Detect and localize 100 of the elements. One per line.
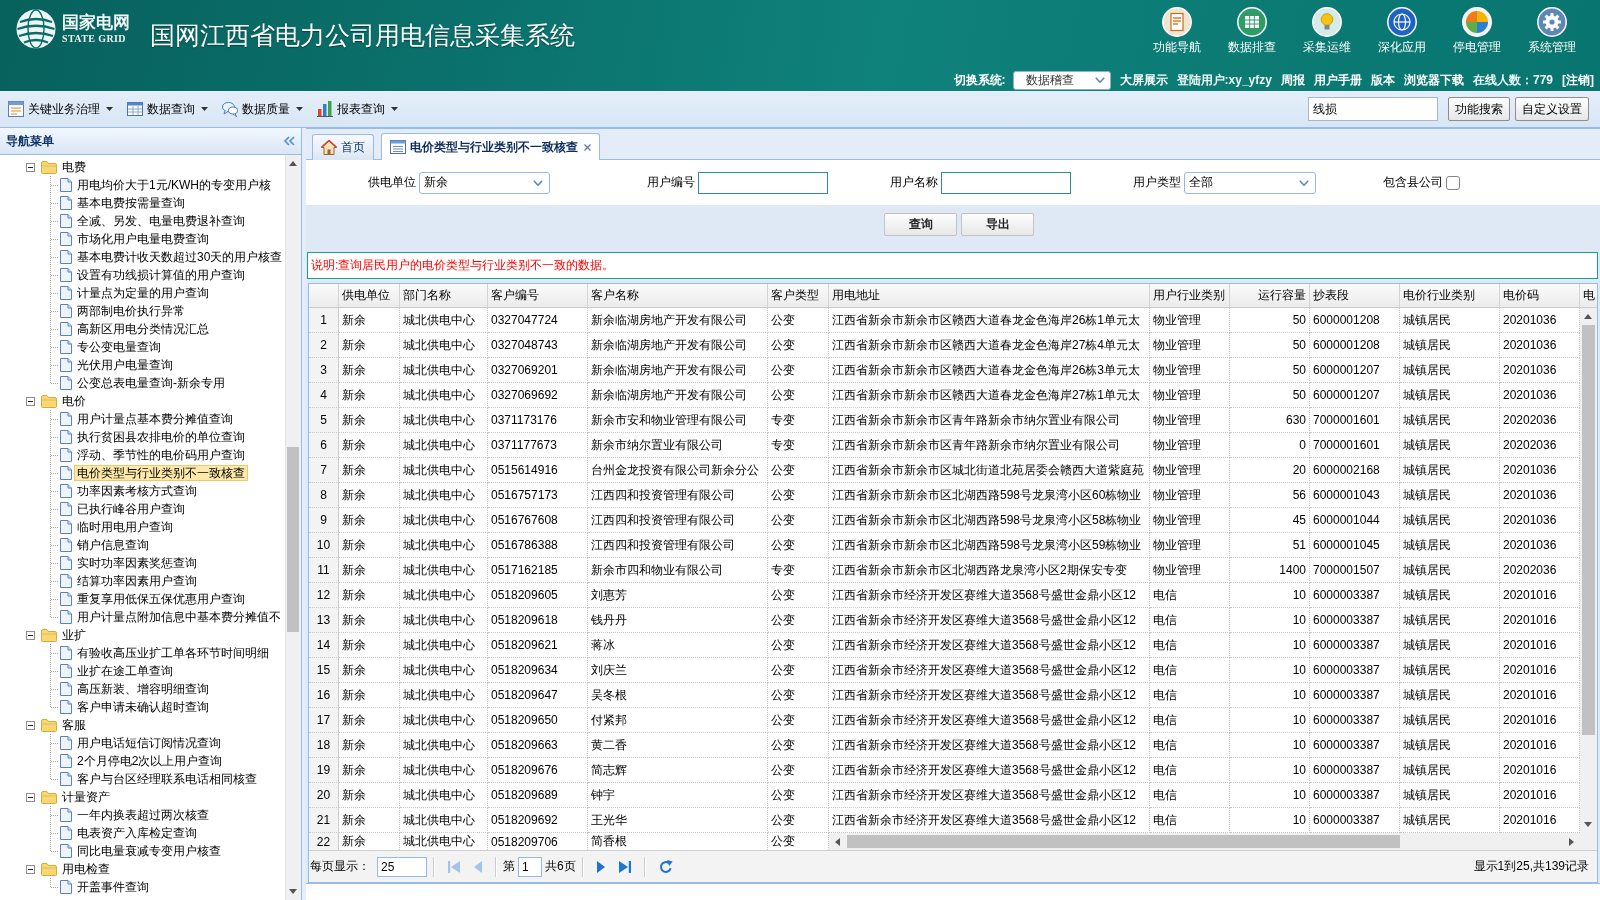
search-field[interactable]: 线损 <box>1308 97 1438 121</box>
refresh-icon[interactable] <box>658 859 673 874</box>
tree-item[interactable]: 专公变电量查询 <box>74 339 164 355</box>
table-cell: 城北供电中心 <box>400 508 488 533</box>
skip-end-icon[interactable] <box>618 860 631 873</box>
tree-folder-label[interactable]: 计量资产 <box>59 789 113 805</box>
scrollbar[interactable] <box>829 833 1597 850</box>
header-link[interactable]: 周报 <box>1280 71 1305 89</box>
tree-item[interactable]: 销户信息查询 <box>74 537 152 553</box>
select-field[interactable]: 全部 <box>1184 171 1316 194</box>
triangle-down-icon[interactable] <box>289 889 297 894</box>
nav-button[interactable]: 停电管理 <box>1439 0 1514 54</box>
tree-item[interactable]: 一年内换表超过两次核查 <box>74 807 212 823</box>
header-link[interactable]: 用户手册 <box>1313 71 1362 89</box>
table-cell: 城北供电中心 <box>400 758 488 783</box>
tree-item[interactable]: 市场化用户电量电费查询 <box>74 231 212 247</box>
scrollbar-thumb[interactable] <box>847 835 1400 848</box>
tree-item[interactable]: 浮动、季节性的电价码用户查询 <box>74 447 248 463</box>
nav-button[interactable]: 功能导航 <box>1139 0 1214 54</box>
tree-folder-label[interactable]: 业扩 <box>59 627 89 643</box>
menu-button[interactable]: 数据质量 <box>219 98 306 120</box>
minus-box-icon[interactable] <box>26 630 35 640</box>
close-icon[interactable] <box>584 143 591 151</box>
triangle-up-icon[interactable] <box>1584 314 1592 319</box>
tree-item[interactable]: 客户与台区经理联系电话相同核查 <box>74 771 260 787</box>
tree-item[interactable]: 已执行峰谷用户查询 <box>74 501 188 517</box>
tree-folder-label[interactable]: 电费 <box>59 159 89 175</box>
tree-item[interactable]: 用户电话短信订阅情况查询 <box>74 735 224 751</box>
nav-button[interactable]: 采集运维 <box>1289 0 1364 54</box>
file-icon <box>60 772 72 786</box>
tree-item[interactable]: 电表资产入库检定查询 <box>74 825 200 841</box>
input-field[interactable] <box>698 171 828 194</box>
menu-button[interactable]: 数据查询 <box>124 98 211 120</box>
triangle-right-icon[interactable] <box>596 860 605 873</box>
tree-item[interactable]: 开盖事件查询 <box>74 879 152 895</box>
scrollbar-thumb[interactable] <box>1582 325 1595 735</box>
triangle-left-icon[interactable] <box>835 837 840 846</box>
system-select[interactable]: 数据稽查 <box>1012 70 1111 90</box>
tree-item[interactable]: 结算功率因素用户查询 <box>74 573 200 589</box>
table-cell: 王光华 <box>588 808 768 833</box>
minus-box-icon[interactable] <box>26 396 35 406</box>
minus-box-icon[interactable] <box>26 162 35 172</box>
table-cell: 0518209647 <box>488 683 588 708</box>
tree-item[interactable]: 两部制电价执行异常 <box>74 303 188 319</box>
tree-folder-label[interactable]: 用电检查 <box>59 861 113 877</box>
tree-item[interactable]: 客户申请未确认超时查询 <box>74 699 212 715</box>
nav-button[interactable]: 深化应用 <box>1364 0 1439 54</box>
tree-item[interactable]: 有验收高压业扩工单各环节时间明细 <box>74 645 272 661</box>
page-number-field[interactable]: 1 <box>518 856 542 877</box>
tree-item[interactable]: 2个月停电2次以上用户查询 <box>74 753 226 769</box>
scrollbar[interactable] <box>1580 308 1597 833</box>
scrollbar[interactable] <box>285 155 301 900</box>
double-chevron-left-icon[interactable] <box>283 136 295 146</box>
toolbar-button[interactable]: 自定义设置 <box>1515 97 1589 121</box>
checkbox[interactable] <box>1446 175 1460 190</box>
triangle-down-icon[interactable] <box>1584 822 1592 827</box>
tab[interactable]: 首页 <box>312 134 374 160</box>
tree-item[interactable]: 公变总表电量查询-新余专用 <box>74 375 228 391</box>
page-size-field[interactable]: 25 <box>377 856 427 877</box>
menu-button[interactable]: 关键业务治理 <box>5 98 116 120</box>
action-button[interactable]: 查询 <box>884 213 957 236</box>
select-field[interactable]: 新余 <box>419 171 550 194</box>
tree-folder-label[interactable]: 电价 <box>59 393 89 409</box>
nav-button[interactable]: 系统管理 <box>1514 0 1589 54</box>
triangle-up-icon[interactable] <box>289 161 297 166</box>
tree-item[interactable]: 临时用电用户查询 <box>74 519 176 535</box>
tree-item[interactable]: 实时功率因素奖惩查询 <box>74 555 200 571</box>
tree-item[interactable]: 电价类型与行业类别不一致核查 <box>74 465 248 481</box>
tree-item[interactable]: 全减、另发、电量电费退补查询 <box>74 213 248 229</box>
header-link[interactable]: 浏览器下载 <box>1403 71 1464 89</box>
tree-item[interactable]: 重复享用低保五保优惠用户查询 <box>74 591 248 607</box>
tree-item[interactable]: 功率因素考核方式查询 <box>74 483 200 499</box>
tree-item[interactable]: 光伏用户电量查询 <box>74 357 176 373</box>
menu-button[interactable]: 报表查询 <box>314 98 401 120</box>
tab[interactable]: 电价类型与行业类别不一致核查 <box>381 133 600 160</box>
tree-item[interactable]: 业扩在途工单查询 <box>74 663 176 679</box>
minus-box-icon[interactable] <box>26 720 35 730</box>
file-icon <box>60 502 72 516</box>
tree-item[interactable]: 同比电量衰减专变用户核查 <box>74 843 224 859</box>
table-cell: 城北供电中心 <box>400 433 488 458</box>
tree-item[interactable]: 用电均价大于1元/KWH的专变用户核 <box>74 177 274 193</box>
tree-item[interactable]: 高新区用电分类情况汇总 <box>74 321 212 337</box>
minus-box-icon[interactable] <box>26 792 35 802</box>
header-link[interactable]: [注销] <box>1562 71 1594 89</box>
nav-button[interactable]: 数据排查 <box>1214 0 1289 54</box>
triangle-right-icon[interactable] <box>1569 837 1574 846</box>
tree-item[interactable]: 执行贫困县农排电价的单位查询 <box>74 429 248 445</box>
action-button[interactable]: 导出 <box>961 213 1034 236</box>
input-field[interactable] <box>941 171 1071 194</box>
tree-item[interactable]: 计量点为定量的用户查询 <box>74 285 212 301</box>
header-link[interactable]: 大屏展示 <box>1119 71 1168 89</box>
tree-item[interactable]: 基本电费按需量查询 <box>74 195 188 211</box>
header-link[interactable]: 版本 <box>1370 71 1395 89</box>
tree-item[interactable]: 高压新装、增容明细查询 <box>74 681 212 697</box>
scrollbar-thumb[interactable] <box>287 447 299 632</box>
minus-box-icon[interactable] <box>26 864 35 874</box>
tree-item[interactable]: 设置有功线损计算值的用户查询 <box>74 267 248 283</box>
tree-folder-label[interactable]: 客服 <box>59 717 89 733</box>
tree-item[interactable]: 用户计量点基本费分摊值查询 <box>74 411 236 427</box>
toolbar-button[interactable]: 功能搜索 <box>1448 97 1510 121</box>
